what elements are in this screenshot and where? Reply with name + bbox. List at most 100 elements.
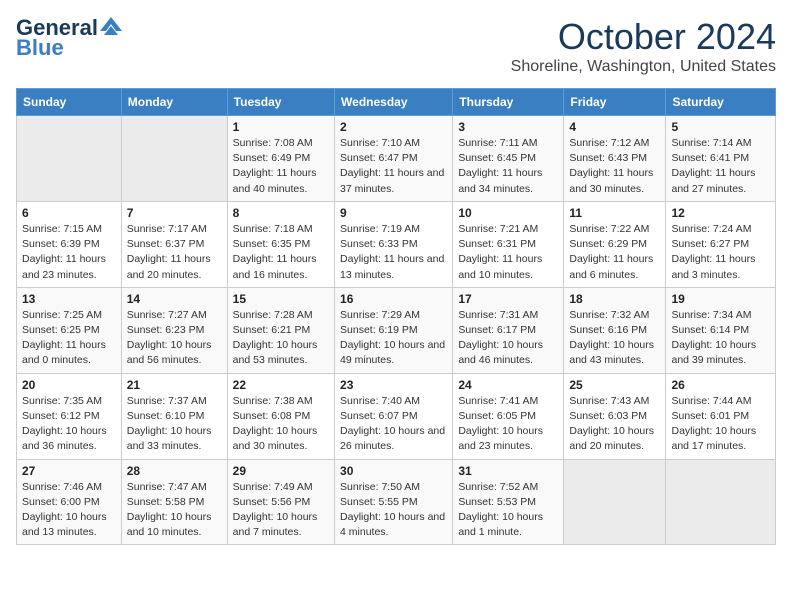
page-title: October 2024	[511, 16, 776, 58]
logo: General Blue	[16, 16, 122, 60]
calendar-table: SundayMondayTuesdayWednesdayThursdayFrid…	[16, 88, 776, 545]
day-number: 17	[458, 292, 558, 306]
day-info: Sunrise: 7:27 AM Sunset: 6:23 PM Dayligh…	[127, 308, 222, 369]
day-number: 8	[233, 206, 329, 220]
calendar-cell	[666, 459, 776, 545]
column-header-sunday: Sunday	[17, 89, 122, 116]
calendar-cell: 23 Sunrise: 7:40 AM Sunset: 6:07 PM Dayli…	[335, 373, 453, 459]
calendar-cell: 20 Sunrise: 7:35 AM Sunset: 6:12 PM Dayli…	[17, 373, 122, 459]
day-number: 20	[22, 378, 116, 392]
calendar-cell: 2 Sunrise: 7:10 AM Sunset: 6:47 PM Daylig…	[335, 116, 453, 202]
day-info: Sunrise: 7:49 AM Sunset: 5:56 PM Dayligh…	[233, 480, 329, 541]
day-info: Sunrise: 7:40 AM Sunset: 6:07 PM Dayligh…	[340, 394, 447, 455]
day-number: 23	[340, 378, 447, 392]
calendar-cell: 12 Sunrise: 7:24 AM Sunset: 6:27 PM Dayli…	[666, 201, 776, 287]
day-number: 22	[233, 378, 329, 392]
day-number: 24	[458, 378, 558, 392]
day-number: 14	[127, 292, 222, 306]
calendar-cell: 1 Sunrise: 7:08 AM Sunset: 6:49 PM Daylig…	[227, 116, 334, 202]
day-number: 19	[671, 292, 770, 306]
day-info: Sunrise: 7:24 AM Sunset: 6:27 PM Dayligh…	[671, 222, 770, 283]
day-info: Sunrise: 7:31 AM Sunset: 6:17 PM Dayligh…	[458, 308, 558, 369]
calendar-week-5: 27 Sunrise: 7:46 AM Sunset: 6:00 PM Dayli…	[17, 459, 776, 545]
calendar-cell: 25 Sunrise: 7:43 AM Sunset: 6:03 PM Dayli…	[564, 373, 666, 459]
day-info: Sunrise: 7:29 AM Sunset: 6:19 PM Dayligh…	[340, 308, 447, 369]
calendar-cell: 14 Sunrise: 7:27 AM Sunset: 6:23 PM Dayli…	[121, 287, 227, 373]
calendar-cell	[564, 459, 666, 545]
column-header-saturday: Saturday	[666, 89, 776, 116]
day-number: 16	[340, 292, 447, 306]
calendar-cell: 11 Sunrise: 7:22 AM Sunset: 6:29 PM Dayli…	[564, 201, 666, 287]
day-info: Sunrise: 7:52 AM Sunset: 5:53 PM Dayligh…	[458, 480, 558, 541]
day-info: Sunrise: 7:41 AM Sunset: 6:05 PM Dayligh…	[458, 394, 558, 455]
day-info: Sunrise: 7:34 AM Sunset: 6:14 PM Dayligh…	[671, 308, 770, 369]
day-number: 25	[569, 378, 660, 392]
calendar-cell: 26 Sunrise: 7:44 AM Sunset: 6:01 PM Dayli…	[666, 373, 776, 459]
calendar-cell: 27 Sunrise: 7:46 AM Sunset: 6:00 PM Dayli…	[17, 459, 122, 545]
day-info: Sunrise: 7:15 AM Sunset: 6:39 PM Dayligh…	[22, 222, 116, 283]
calendar-cell: 10Sunrise: 7:21 AM Sunset: 6:31 PM Dayli…	[453, 201, 564, 287]
calendar-cell: 15Sunrise: 7:28 AM Sunset: 6:21 PM Dayli…	[227, 287, 334, 373]
day-info: Sunrise: 7:18 AM Sunset: 6:35 PM Dayligh…	[233, 222, 329, 283]
calendar-week-1: 1 Sunrise: 7:08 AM Sunset: 6:49 PM Daylig…	[17, 116, 776, 202]
day-info: Sunrise: 7:11 AM Sunset: 6:45 PM Dayligh…	[458, 136, 558, 197]
calendar-body: 1 Sunrise: 7:08 AM Sunset: 6:49 PM Daylig…	[17, 116, 776, 545]
page-header: General Blue October 2024 Shoreline, Was…	[16, 16, 776, 76]
day-number: 26	[671, 378, 770, 392]
day-info: Sunrise: 7:08 AM Sunset: 6:49 PM Dayligh…	[233, 136, 329, 197]
calendar-cell: 6 Sunrise: 7:15 AM Sunset: 6:39 PM Daylig…	[17, 201, 122, 287]
day-number: 29	[233, 464, 329, 478]
day-info: Sunrise: 7:47 AM Sunset: 5:58 PM Dayligh…	[127, 480, 222, 541]
day-number: 2	[340, 120, 447, 134]
day-number: 12	[671, 206, 770, 220]
calendar-week-4: 20 Sunrise: 7:35 AM Sunset: 6:12 PM Dayli…	[17, 373, 776, 459]
day-number: 6	[22, 206, 116, 220]
day-info: Sunrise: 7:37 AM Sunset: 6:10 PM Dayligh…	[127, 394, 222, 455]
day-number: 11	[569, 206, 660, 220]
day-info: Sunrise: 7:19 AM Sunset: 6:33 PM Dayligh…	[340, 222, 447, 283]
calendar-cell: 30 Sunrise: 7:50 AM Sunset: 5:55 PM Dayli…	[335, 459, 453, 545]
day-number: 1	[233, 120, 329, 134]
title-block: October 2024 Shoreline, Washington, Unit…	[511, 16, 776, 76]
day-info: Sunrise: 7:35 AM Sunset: 6:12 PM Dayligh…	[22, 394, 116, 455]
day-info: Sunrise: 7:25 AM Sunset: 6:25 PM Dayligh…	[22, 308, 116, 369]
calendar-cell: 17 Sunrise: 7:31 AM Sunset: 6:17 PM Dayli…	[453, 287, 564, 373]
column-header-monday: Monday	[121, 89, 227, 116]
day-info: Sunrise: 7:10 AM Sunset: 6:47 PM Dayligh…	[340, 136, 447, 197]
day-info: Sunrise: 7:50 AM Sunset: 5:55 PM Dayligh…	[340, 480, 447, 541]
calendar-cell: 19 Sunrise: 7:34 AM Sunset: 6:14 PM Dayli…	[666, 287, 776, 373]
calendar-cell: 13 Sunrise: 7:25 AM Sunset: 6:25 PM Dayli…	[17, 287, 122, 373]
day-info: Sunrise: 7:44 AM Sunset: 6:01 PM Dayligh…	[671, 394, 770, 455]
calendar-cell	[121, 116, 227, 202]
day-number: 18	[569, 292, 660, 306]
day-number: 7	[127, 206, 222, 220]
day-info: Sunrise: 7:14 AM Sunset: 6:41 PM Dayligh…	[671, 136, 770, 197]
calendar-cell: 3 Sunrise: 7:11 AM Sunset: 6:45 PM Daylig…	[453, 116, 564, 202]
calendar-header: SundayMondayTuesdayWednesdayThursdayFrid…	[17, 89, 776, 116]
column-header-thursday: Thursday	[453, 89, 564, 116]
day-number: 27	[22, 464, 116, 478]
day-info: Sunrise: 7:22 AM Sunset: 6:29 PM Dayligh…	[569, 222, 660, 283]
day-info: Sunrise: 7:43 AM Sunset: 6:03 PM Dayligh…	[569, 394, 660, 455]
day-info: Sunrise: 7:46 AM Sunset: 6:00 PM Dayligh…	[22, 480, 116, 541]
calendar-cell	[17, 116, 122, 202]
calendar-cell: 28Sunrise: 7:47 AM Sunset: 5:58 PM Dayli…	[121, 459, 227, 545]
day-number: 5	[671, 120, 770, 134]
day-number: 31	[458, 464, 558, 478]
day-number: 30	[340, 464, 447, 478]
day-number: 9	[340, 206, 447, 220]
day-number: 13	[22, 292, 116, 306]
day-number: 3	[458, 120, 558, 134]
calendar-week-2: 6 Sunrise: 7:15 AM Sunset: 6:39 PM Daylig…	[17, 201, 776, 287]
calendar-cell: 4Sunrise: 7:12 AM Sunset: 6:43 PM Daylig…	[564, 116, 666, 202]
calendar-week-3: 13 Sunrise: 7:25 AM Sunset: 6:25 PM Dayli…	[17, 287, 776, 373]
day-info: Sunrise: 7:12 AM Sunset: 6:43 PM Dayligh…	[569, 136, 660, 197]
day-info: Sunrise: 7:38 AM Sunset: 6:08 PM Dayligh…	[233, 394, 329, 455]
calendar-cell: 5 Sunrise: 7:14 AM Sunset: 6:41 PM Daylig…	[666, 116, 776, 202]
page-subtitle: Shoreline, Washington, United States	[511, 58, 776, 76]
calendar-cell: 8 Sunrise: 7:18 AM Sunset: 6:35 PM Daylig…	[227, 201, 334, 287]
calendar-cell: 9 Sunrise: 7:19 AM Sunset: 6:33 PM Daylig…	[335, 201, 453, 287]
calendar-cell: 18Sunrise: 7:32 AM Sunset: 6:16 PM Dayli…	[564, 287, 666, 373]
day-number: 15	[233, 292, 329, 306]
calendar-cell: 31 Sunrise: 7:52 AM Sunset: 5:53 PM Dayli…	[453, 459, 564, 545]
